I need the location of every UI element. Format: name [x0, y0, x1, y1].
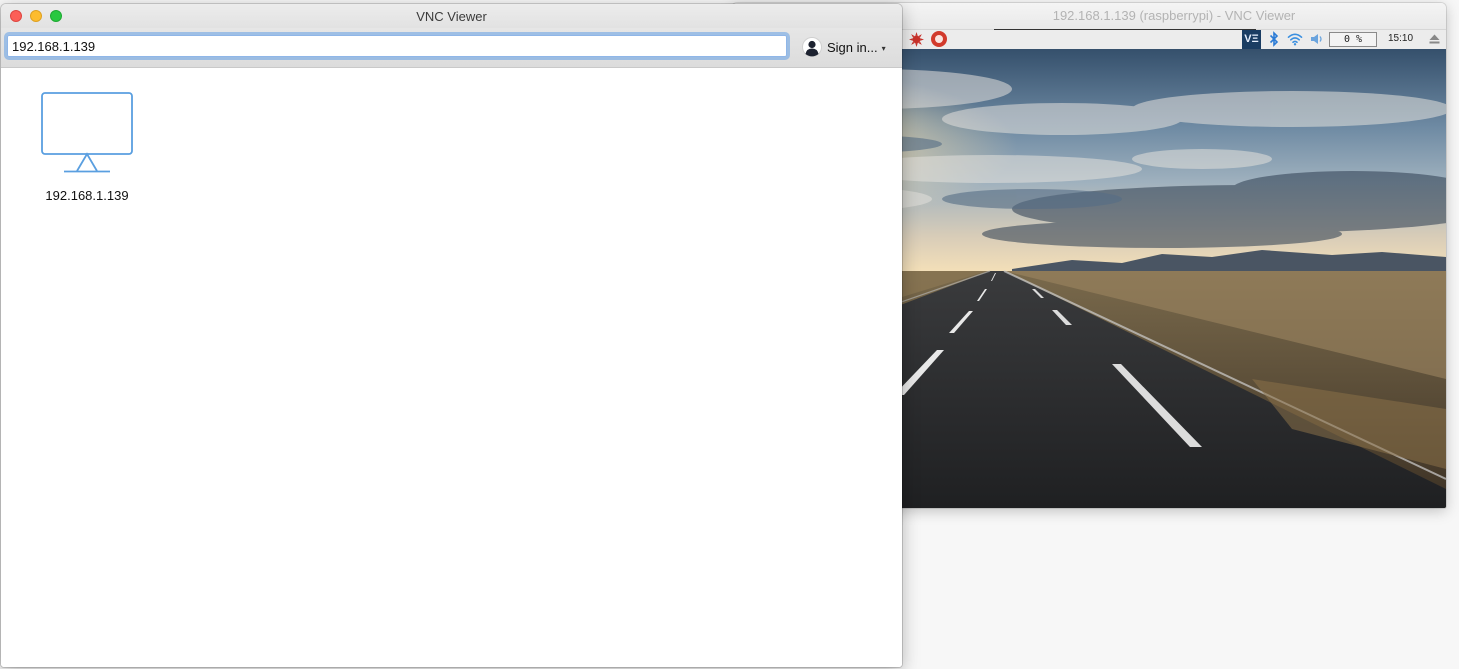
sign-in-label: Sign in...: [827, 39, 878, 55]
sign-in-button[interactable]: Sign in... ▾: [802, 37, 886, 57]
vnc-viewer-window[interactable]: VNC Viewer Sign in... ▾: [1, 4, 902, 667]
viewer-window-title: VNC Viewer: [416, 9, 487, 24]
bluetooth-icon[interactable]: [1269, 31, 1279, 47]
chevron-down-icon: ▾: [881, 43, 886, 53]
desktop: 192.168.1.139 (raspberrypi) - VNC Viewer: [0, 0, 1459, 669]
computer-label: 192.168.1.139: [45, 188, 129, 203]
address-book-area[interactable]: 192.168.1.139: [1, 68, 902, 667]
panel-clock[interactable]: 15:10: [1388, 33, 1413, 44]
vnc-server-icon[interactable]: VΞ: [1242, 30, 1261, 49]
viewer-toolbar: Sign in... ▾: [1, 28, 902, 68]
remote-window-title: 192.168.1.139 (raspberrypi) - VNC Viewer: [1052, 8, 1296, 23]
volume-icon[interactable]: [1310, 32, 1325, 46]
user-avatar-icon: [802, 37, 822, 57]
eject-icon[interactable]: [1429, 34, 1440, 44]
wifi-icon[interactable]: [1287, 32, 1303, 46]
monitor-icon: [41, 92, 133, 173]
cpu-usage-monitor: 0 %: [1329, 32, 1377, 47]
math-kernel-icon[interactable]: [909, 32, 924, 47]
address-input[interactable]: [4, 32, 790, 60]
computer-tile[interactable]: 192.168.1.139: [31, 92, 143, 204]
viewer-titlebar[interactable]: VNC Viewer: [1, 4, 902, 28]
wolfram-icon[interactable]: [931, 31, 947, 47]
